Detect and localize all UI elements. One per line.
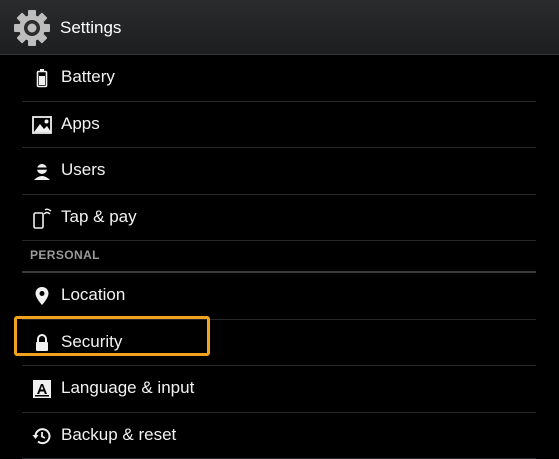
- battery-icon: [31, 67, 53, 89]
- settings-item-location[interactable]: Location: [22, 273, 536, 320]
- action-bar: Settings: [0, 0, 559, 55]
- settings-item-security[interactable]: Security: [22, 320, 536, 367]
- language-keyboard-icon: [31, 378, 53, 400]
- settings-item-label: Apps: [61, 114, 100, 134]
- settings-item-label: Location: [61, 285, 125, 305]
- settings-item-apps[interactable]: Apps: [22, 102, 536, 149]
- settings-item-backup-reset[interactable]: Backup & reset: [22, 413, 536, 459]
- settings-gear-icon[interactable]: [12, 8, 52, 48]
- settings-item-language-input[interactable]: Language & input: [22, 366, 536, 413]
- backup-reset-icon: [31, 425, 53, 447]
- settings-item-label: Security: [61, 332, 122, 352]
- settings-item-label: Tap & pay: [61, 207, 137, 227]
- settings-item-label: Users: [61, 160, 105, 180]
- location-pin-icon: [31, 285, 53, 307]
- settings-item-users[interactable]: Users: [22, 148, 536, 195]
- settings-item-battery[interactable]: Battery: [22, 55, 536, 102]
- page-title: Settings: [60, 18, 121, 38]
- users-icon: [31, 160, 53, 182]
- settings-item-tap-pay[interactable]: Tap & pay: [22, 195, 536, 242]
- tap-pay-icon: [31, 207, 53, 229]
- settings-item-label: Battery: [61, 67, 115, 87]
- lock-icon: [31, 332, 53, 354]
- section-label: PERSONAL: [30, 248, 100, 262]
- settings-list: Battery Apps Users Tap & pay PERSONAL: [22, 55, 536, 459]
- section-header-personal: PERSONAL: [22, 241, 536, 273]
- settings-item-label: Backup & reset: [61, 425, 176, 445]
- settings-item-label: Language & input: [61, 378, 194, 398]
- apps-icon: [31, 114, 53, 136]
